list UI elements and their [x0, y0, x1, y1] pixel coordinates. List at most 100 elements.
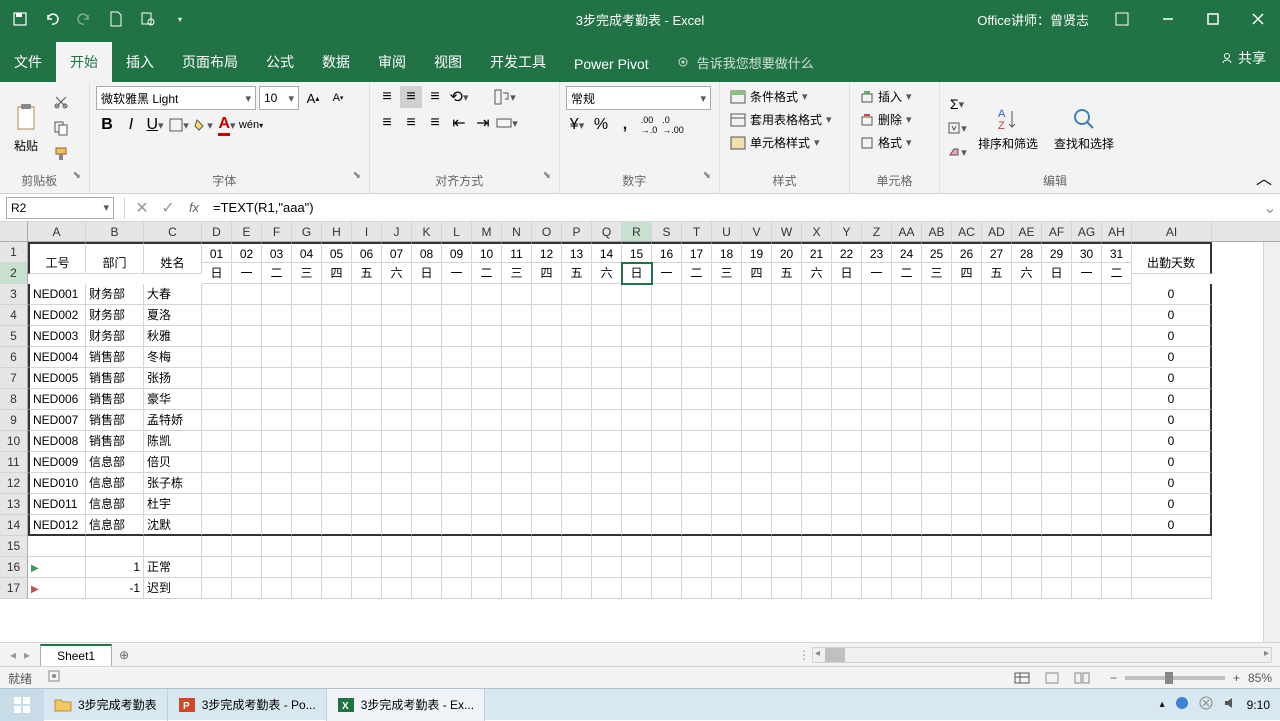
- cell[interactable]: [832, 431, 862, 452]
- cell[interactable]: [742, 494, 772, 515]
- col-header[interactable]: A: [28, 222, 86, 241]
- tray-app-icon[interactable]: [1175, 696, 1189, 713]
- cell[interactable]: [292, 578, 322, 599]
- cell[interactable]: [352, 494, 382, 515]
- cell[interactable]: [322, 368, 352, 389]
- cell[interactable]: 日: [622, 263, 652, 284]
- row-header[interactable]: 11: [0, 452, 28, 473]
- cell[interactable]: [1012, 557, 1042, 578]
- col-header[interactable]: K: [412, 222, 442, 241]
- tray-clock[interactable]: 9:10: [1247, 698, 1270, 712]
- cell[interactable]: [382, 368, 412, 389]
- tray-volume-icon[interactable]: [1223, 696, 1237, 713]
- cell[interactable]: [442, 326, 472, 347]
- cell[interactable]: [262, 473, 292, 494]
- cell[interactable]: [622, 368, 652, 389]
- row-header[interactable]: 8: [0, 389, 28, 410]
- cell[interactable]: 孟特娇: [144, 410, 202, 431]
- cell[interactable]: [652, 389, 682, 410]
- cell[interactable]: 陈凯: [144, 431, 202, 452]
- cell[interactable]: [1042, 347, 1072, 368]
- cell[interactable]: [862, 389, 892, 410]
- cell[interactable]: [772, 410, 802, 431]
- col-header[interactable]: AD: [982, 222, 1012, 241]
- cell[interactable]: [952, 326, 982, 347]
- cell[interactable]: [1012, 305, 1042, 326]
- cell[interactable]: [652, 431, 682, 452]
- cell[interactable]: [952, 578, 982, 599]
- cell[interactable]: [1072, 410, 1102, 431]
- tab-formulas[interactable]: 公式: [252, 42, 308, 82]
- minimize-button[interactable]: [1145, 0, 1190, 38]
- cell[interactable]: [652, 347, 682, 368]
- col-header[interactable]: M: [472, 222, 502, 241]
- cell[interactable]: [202, 557, 232, 578]
- cell[interactable]: [502, 536, 532, 557]
- cell[interactable]: [502, 431, 532, 452]
- cell[interactable]: [802, 515, 832, 536]
- add-sheet-icon[interactable]: ⊕: [112, 643, 136, 667]
- cell[interactable]: [1072, 515, 1102, 536]
- cell[interactable]: [652, 578, 682, 599]
- cell[interactable]: [532, 536, 562, 557]
- cell[interactable]: [532, 494, 562, 515]
- cell[interactable]: 五: [772, 263, 802, 284]
- cell[interactable]: [1012, 473, 1042, 494]
- cut-icon[interactable]: [50, 91, 72, 113]
- cell[interactable]: [622, 473, 652, 494]
- cell[interactable]: [412, 515, 442, 536]
- col-header[interactable]: AF: [1042, 222, 1072, 241]
- cell[interactable]: [472, 368, 502, 389]
- cell[interactable]: [1012, 284, 1042, 305]
- cell[interactable]: [772, 284, 802, 305]
- cell[interactable]: [382, 284, 412, 305]
- cell[interactable]: [322, 326, 352, 347]
- cell[interactable]: 0: [1132, 347, 1212, 368]
- sort-filter-button[interactable]: AZ 排序和筛选: [972, 101, 1044, 156]
- cell[interactable]: [892, 431, 922, 452]
- cell[interactable]: [202, 473, 232, 494]
- cell[interactable]: NED006: [28, 389, 86, 410]
- cell[interactable]: [862, 326, 892, 347]
- cell[interactable]: [1042, 557, 1072, 578]
- cell[interactable]: [382, 452, 412, 473]
- cell[interactable]: 0: [1132, 431, 1212, 452]
- cell[interactable]: [532, 326, 562, 347]
- cell[interactable]: 秋雅: [144, 326, 202, 347]
- cell[interactable]: [352, 326, 382, 347]
- cell[interactable]: NED001: [28, 284, 86, 305]
- col-header[interactable]: P: [562, 222, 592, 241]
- cell[interactable]: [352, 368, 382, 389]
- decrease-decimal-icon[interactable]: .0→.00: [662, 114, 684, 136]
- cell[interactable]: [322, 431, 352, 452]
- cell[interactable]: [832, 347, 862, 368]
- cell[interactable]: 27: [982, 242, 1012, 263]
- cell[interactable]: [532, 305, 562, 326]
- insert-cells-button[interactable]: 插入▾: [856, 86, 933, 107]
- qat-dropdown-icon[interactable]: ▾: [170, 9, 190, 29]
- cell[interactable]: [712, 326, 742, 347]
- cell[interactable]: [592, 494, 622, 515]
- cell[interactable]: 工号: [28, 253, 86, 274]
- cell[interactable]: [892, 389, 922, 410]
- cell[interactable]: [802, 389, 832, 410]
- cell[interactable]: [922, 410, 952, 431]
- formula-input[interactable]: [207, 197, 1260, 219]
- row-header[interactable]: 16: [0, 557, 28, 578]
- cell[interactable]: 财务部: [86, 305, 144, 326]
- cell[interactable]: 部门: [86, 253, 144, 274]
- cell[interactable]: [982, 305, 1012, 326]
- cell[interactable]: [232, 515, 262, 536]
- cell[interactable]: 销售部: [86, 410, 144, 431]
- cell[interactable]: [982, 557, 1012, 578]
- cell[interactable]: [892, 557, 922, 578]
- col-header[interactable]: N: [502, 222, 532, 241]
- cell[interactable]: [772, 473, 802, 494]
- share-button[interactable]: 共享: [1220, 48, 1266, 68]
- cell[interactable]: [922, 347, 952, 368]
- row-header[interactable]: 13: [0, 494, 28, 515]
- cell[interactable]: 六: [802, 263, 832, 284]
- cell[interactable]: -1: [86, 578, 144, 599]
- cell[interactable]: 出勤天数: [1132, 253, 1212, 274]
- cell[interactable]: [592, 284, 622, 305]
